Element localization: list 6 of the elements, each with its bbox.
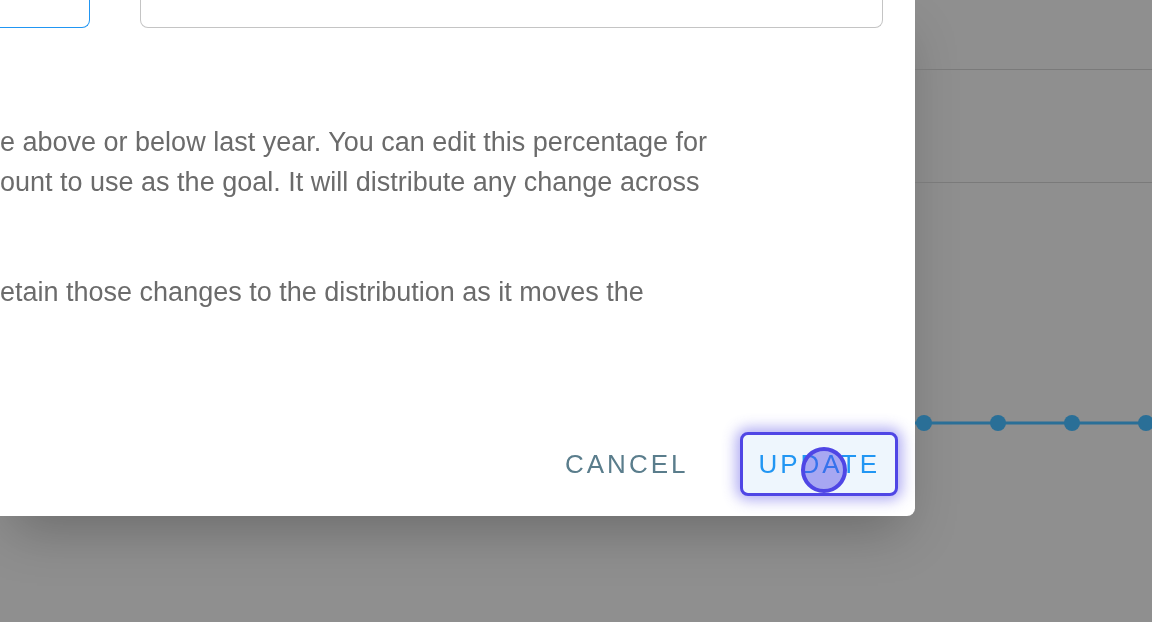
body-text: etain those changes to the distribution as it moves the	[0, 276, 645, 309]
cancel-button[interactable]: CANCEL	[547, 432, 707, 496]
input-field[interactable]	[140, 0, 883, 28]
body-text: e above or below last year. You can edit this percentage for	[0, 126, 708, 159]
input-field[interactable]	[0, 0, 90, 28]
body-text: ount to use as the goal. It will distribute any change across	[0, 166, 701, 199]
